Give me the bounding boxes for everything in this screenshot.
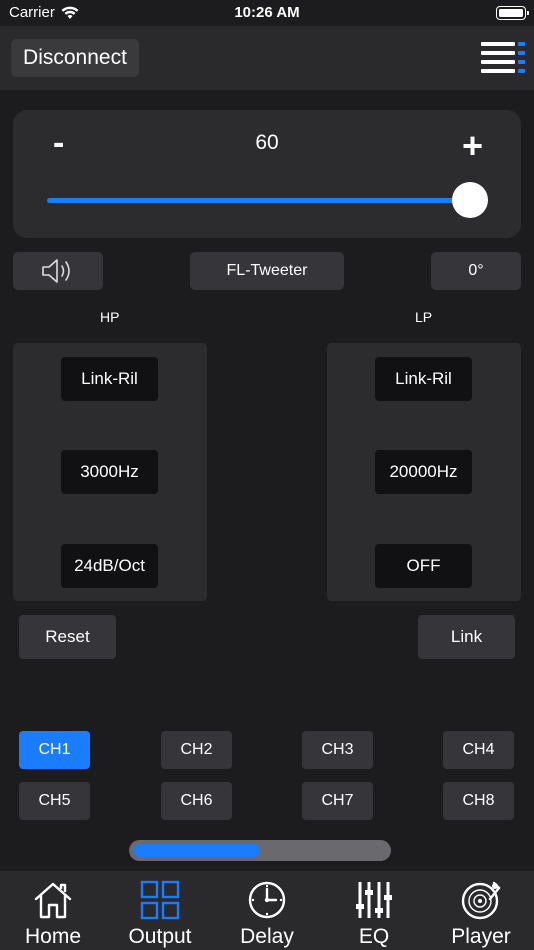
volume-card: - 60 +: [13, 110, 521, 238]
tab-delay[interactable]: Delay: [214, 871, 320, 950]
channel-button-ch7[interactable]: CH7: [302, 782, 373, 820]
menu-icon[interactable]: [481, 42, 525, 74]
channel-button-ch3[interactable]: CH3: [302, 731, 373, 769]
hp-type-button[interactable]: Link-Ril: [61, 357, 158, 401]
speaker-icon: [42, 259, 70, 283]
lp-panel: Link-Ril 20000Hz OFF: [327, 343, 521, 601]
page-progress-fill: [133, 844, 260, 857]
page-progress-track[interactable]: [129, 840, 391, 861]
grid-icon: [140, 880, 180, 920]
channel-button-ch4[interactable]: CH4: [443, 731, 514, 769]
battery-icon: [496, 6, 529, 20]
tab-home[interactable]: Home: [0, 871, 106, 950]
channel-button-ch2[interactable]: CH2: [161, 731, 232, 769]
disconnect-button[interactable]: Disconnect: [11, 39, 139, 77]
mute-button[interactable]: [13, 252, 103, 290]
channel-name-button[interactable]: FL-Tweeter: [190, 252, 344, 290]
reset-button[interactable]: Reset: [19, 615, 116, 659]
lp-slope-button[interactable]: OFF: [375, 544, 472, 588]
tab-bar: Home Output Delay EQ Player: [0, 871, 534, 950]
link-button[interactable]: Link: [418, 615, 515, 659]
tab-output[interactable]: Output: [107, 871, 213, 950]
hp-frequency-button[interactable]: 3000Hz: [61, 450, 158, 494]
hp-label: HP: [100, 309, 120, 325]
channel-button-ch5[interactable]: CH5: [19, 782, 90, 820]
hp-slope-button[interactable]: 24dB/Oct: [61, 544, 158, 588]
channel-button-ch1[interactable]: CH1: [19, 731, 90, 769]
lp-label: LP: [415, 309, 433, 325]
home-icon: [34, 882, 72, 919]
volume-increase-button[interactable]: +: [462, 125, 483, 167]
tab-player[interactable]: Player: [428, 871, 534, 950]
tab-eq-label: EQ: [358, 925, 390, 948]
channel-button-ch6[interactable]: CH6: [161, 782, 232, 820]
tab-output-label: Output: [128, 925, 192, 948]
lp-frequency-button[interactable]: 20000Hz: [375, 450, 472, 494]
status-time: 10:26 AM: [234, 4, 300, 21]
nav-bar: Disconnect: [0, 26, 534, 90]
status-bar: Carrier 10:26 AM: [0, 0, 534, 26]
vinyl-icon: [461, 881, 501, 920]
equalizer-icon: [356, 882, 392, 918]
volume-slider-thumb[interactable]: [452, 182, 488, 218]
lp-type-button[interactable]: Link-Ril: [375, 357, 472, 401]
tab-player-label: Player: [451, 925, 511, 948]
volume-slider-track[interactable]: [47, 198, 471, 203]
tab-home-label: Home: [24, 925, 82, 948]
tab-eq[interactable]: EQ: [321, 871, 427, 950]
clock-icon: [248, 881, 286, 919]
volume-value: 60: [255, 131, 279, 154]
hp-panel: Link-Ril 3000Hz 24dB/Oct: [13, 343, 207, 601]
tab-delay-label: Delay: [240, 925, 294, 948]
channel-button-ch8[interactable]: CH8: [443, 782, 514, 820]
phase-button[interactable]: 0°: [431, 252, 521, 290]
